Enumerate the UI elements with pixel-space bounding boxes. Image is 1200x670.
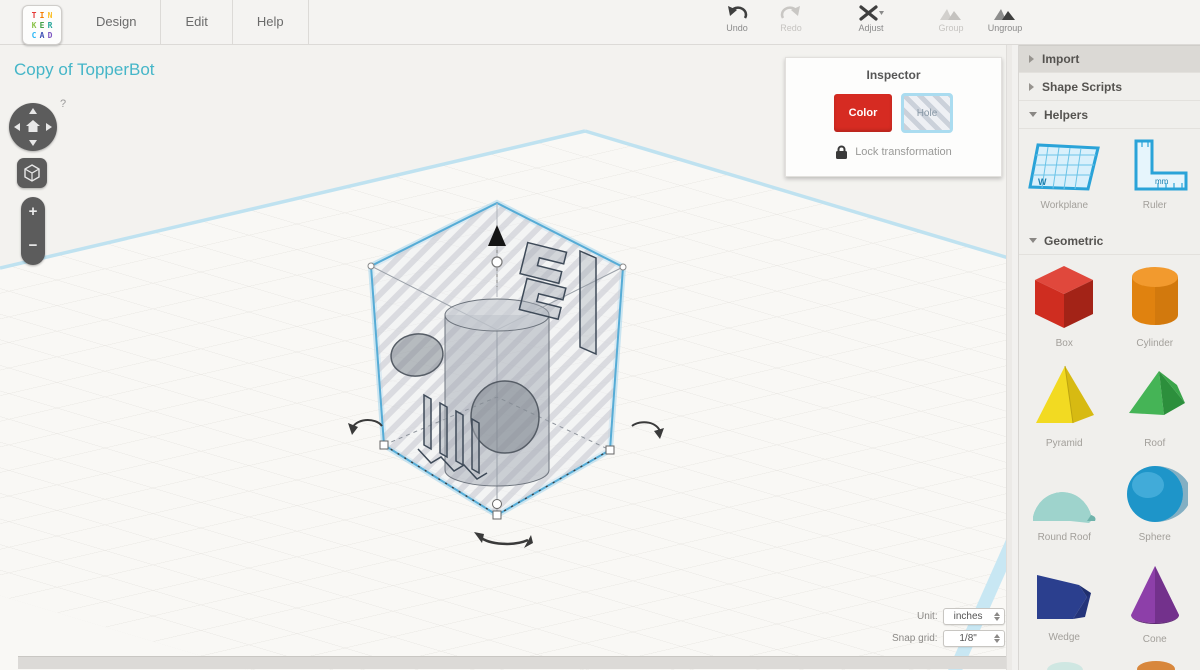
chevron-down-icon	[1029, 238, 1037, 243]
tinkercad-logo[interactable]: T I N K E R C A D	[22, 5, 62, 45]
shape-sphere[interactable]: Sphere	[1110, 455, 1200, 555]
shape-cylinder[interactable]: Cylinder	[1110, 255, 1200, 355]
undo-icon	[725, 4, 749, 22]
workplane-helper-icon: W	[1024, 137, 1104, 195]
shapes-sidebar: A 1 ★ Import Shape Scripts Helpers W Wor…	[1018, 0, 1200, 670]
round-roof-shape-icon	[1025, 461, 1103, 527]
orbit-down-icon[interactable]	[29, 140, 37, 146]
ungroup-button[interactable]: Ungroup	[980, 4, 1030, 33]
partial-shape-icon	[1137, 661, 1175, 670]
help-question-icon[interactable]: ?	[60, 98, 66, 110]
wedge-shape-icon	[1027, 561, 1101, 627]
snap-grid-label: Snap grid:	[892, 633, 938, 644]
logo-letter: I	[38, 11, 46, 21]
sidebar-section-helpers[interactable]: Helpers	[1019, 101, 1200, 129]
color-swatch[interactable]: Color	[834, 94, 892, 132]
ruler-helper-icon: mm	[1122, 137, 1188, 195]
sidebar-section-geometric[interactable]: Geometric	[1019, 227, 1200, 255]
shape-round-roof[interactable]: Round Roof	[1019, 455, 1110, 555]
partial-shape-icon	[1047, 662, 1083, 670]
lock-transformation-label: Lock transformation	[855, 146, 952, 158]
menu-edit[interactable]: Edit	[161, 0, 232, 44]
svg-text:mm: mm	[1155, 177, 1169, 186]
logo-letter: A	[38, 31, 46, 41]
tinkercad-editor: Copy of TopperBot ? + − Inspector	[0, 0, 1200, 670]
group-button[interactable]: Group	[926, 4, 976, 33]
snap-stepper-icon[interactable]	[993, 634, 1004, 643]
cone-shape-icon	[1121, 561, 1189, 629]
hole-swatch[interactable]: Hole	[901, 93, 953, 133]
shape-ruler[interactable]: mm Ruler	[1110, 129, 1200, 227]
shape-box[interactable]: Box	[1019, 255, 1110, 355]
next-shape-row-partial	[1019, 658, 1200, 670]
canvas-panel-divider	[1006, 45, 1012, 670]
logo-letter: T	[30, 11, 38, 21]
unit-label: Unit:	[917, 611, 938, 622]
lock-transformation-toggle[interactable]: Lock transformation	[786, 145, 1001, 159]
shape-wedge[interactable]: Wedge	[1019, 555, 1110, 655]
sphere-shape-icon	[1122, 461, 1188, 527]
cube-view-icon	[23, 164, 41, 182]
redo-icon	[779, 4, 803, 22]
adjust-button[interactable]: Adjust	[842, 4, 900, 33]
home-view-icon[interactable]	[26, 120, 40, 133]
logo-letter: E	[38, 21, 46, 31]
pyramid-shape-icon	[1028, 361, 1100, 433]
top-menu-bar: T I N K E R C A D Design Edit Help Undo	[0, 0, 1200, 45]
workplane-front-edge	[18, 656, 1008, 669]
menu-help[interactable]: Help	[233, 0, 309, 44]
snap-grid-select[interactable]: 1/8"	[943, 630, 1005, 647]
zoom-in-button[interactable]: +	[21, 203, 45, 220]
inspector-title: Inspector	[786, 68, 1001, 82]
zoom-out-button[interactable]: −	[21, 237, 45, 254]
logo-letter: D	[46, 31, 54, 41]
shape-workplane[interactable]: W Workplane	[1019, 129, 1110, 227]
orbit-left-icon[interactable]	[14, 123, 20, 131]
inspector-panel: Inspector Color Hole › Lock transformati…	[785, 57, 1002, 177]
3d-viewport[interactable]: Copy of TopperBot ? + − Inspector	[0, 45, 1012, 670]
svg-text:W: W	[1038, 177, 1047, 187]
undo-button[interactable]: Undo	[712, 4, 762, 33]
grid-settings: Unit: inches Snap grid: 1/8"	[892, 608, 1005, 652]
chevron-right-icon	[1029, 55, 1034, 63]
shape-cone[interactable]: Cone	[1110, 555, 1200, 655]
view-navigation-pad[interactable]	[9, 103, 57, 151]
logo-letter: C	[30, 31, 38, 41]
logo-letter: K	[30, 21, 38, 31]
box-shape-icon	[1028, 261, 1100, 333]
lock-icon	[835, 145, 848, 159]
adjust-icon	[857, 4, 885, 22]
sidebar-section-import[interactable]: Import	[1019, 45, 1200, 73]
logo-letter: N	[46, 11, 54, 21]
shape-roof[interactable]: Roof	[1110, 355, 1200, 455]
zoom-controls[interactable]: + −	[21, 197, 45, 265]
ungroup-icon	[993, 4, 1017, 22]
group-icon	[939, 4, 963, 22]
menu-design[interactable]: Design	[72, 0, 161, 44]
front-circle-hole	[471, 381, 539, 453]
logo-letter: R	[46, 21, 54, 31]
design-title: Copy of TopperBot	[14, 60, 155, 80]
chevron-right-icon	[1029, 83, 1034, 91]
chevron-down-icon	[1029, 112, 1037, 117]
orbit-up-icon[interactable]	[29, 108, 37, 114]
sidebar-section-shape-scripts[interactable]: Shape Scripts	[1019, 73, 1200, 101]
roof-shape-icon	[1119, 361, 1191, 433]
orbit-right-icon[interactable]	[46, 123, 52, 131]
redo-button[interactable]: Redo	[766, 4, 816, 33]
cylinder-shape-icon	[1119, 261, 1191, 333]
shape-pyramid[interactable]: Pyramid	[1019, 355, 1110, 455]
default-view-button[interactable]	[17, 158, 47, 188]
unit-stepper-icon[interactable]	[993, 612, 1004, 621]
unit-select[interactable]: inches	[943, 608, 1005, 625]
